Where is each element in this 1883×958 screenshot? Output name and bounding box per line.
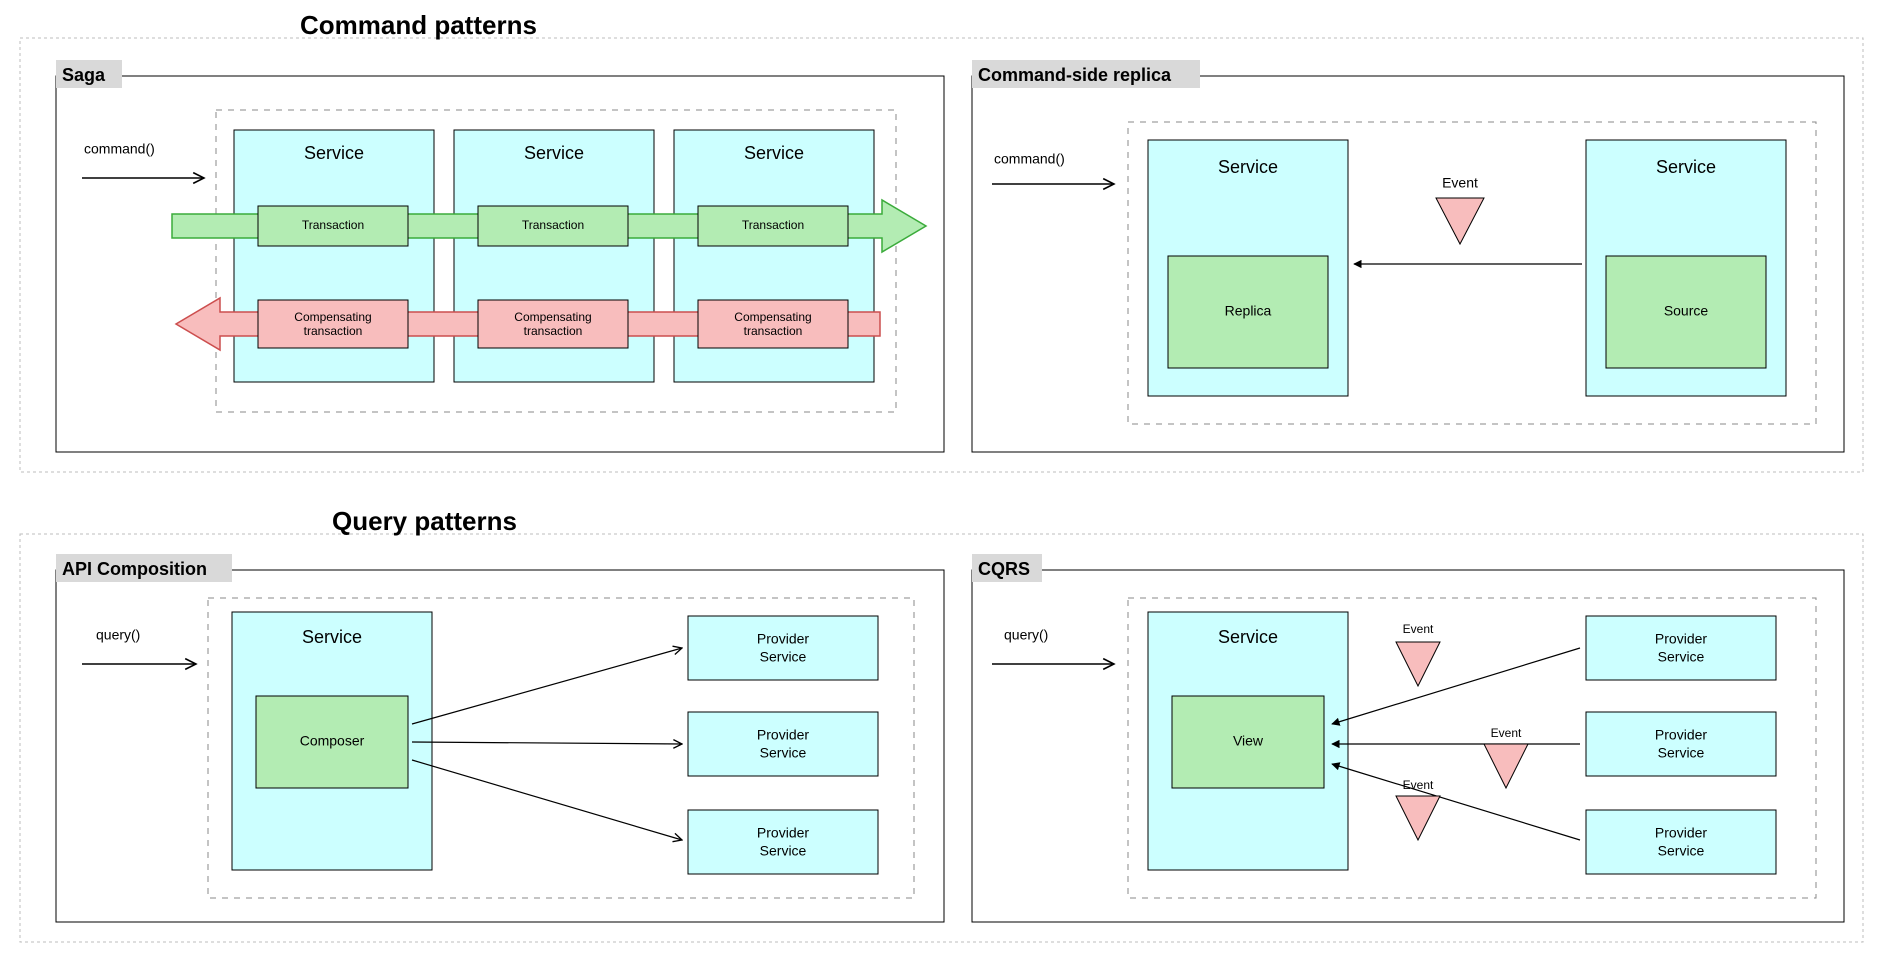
cqrs-service: Service View bbox=[1148, 612, 1348, 870]
cqrs-provider-3-label-b: Service bbox=[1658, 843, 1705, 859]
saga-compensating-2-label-b: transaction bbox=[524, 324, 583, 338]
api-provider-3-label-a: Provider bbox=[757, 825, 809, 841]
replica-service-right: Service Source bbox=[1586, 140, 1786, 396]
saga-compensating-3-label-b: transaction bbox=[744, 324, 803, 338]
replica-source-label: Source bbox=[1664, 303, 1709, 319]
saga-compensating-1-label-a: Compensating bbox=[294, 310, 371, 324]
cqrs-provider-2: Provider Service bbox=[1586, 712, 1776, 776]
api-service: Service Composer bbox=[232, 612, 432, 870]
api-query-label: query() bbox=[96, 627, 140, 643]
cqrs-service-title: Service bbox=[1218, 627, 1278, 647]
api-arrow-2 bbox=[412, 742, 682, 744]
cqrs-arrow-1 bbox=[1332, 648, 1580, 724]
replica-event-marker bbox=[1436, 198, 1484, 244]
cqrs-provider-2-label-b: Service bbox=[1658, 745, 1705, 761]
saga-transaction-1-label: Transaction bbox=[302, 218, 364, 232]
api-provider-3: Provider Service bbox=[688, 810, 878, 874]
saga-command-label: command() bbox=[84, 141, 155, 157]
replica-service-right-title: Service bbox=[1656, 157, 1716, 177]
api-provider-2: Provider Service bbox=[688, 712, 878, 776]
saga-compensating-1: Compensating transaction bbox=[258, 300, 408, 348]
saga-transaction-1: Transaction bbox=[258, 206, 408, 246]
cqrs-provider-2-label-a: Provider bbox=[1655, 727, 1707, 743]
cqrs-provider-1: Provider Service bbox=[1586, 616, 1776, 680]
cqrs-view-label: View bbox=[1233, 733, 1264, 749]
replica-service-left: Service Replica bbox=[1148, 140, 1348, 396]
api-provider-1-label-a: Provider bbox=[757, 631, 809, 647]
saga-transaction-3: Transaction bbox=[698, 206, 848, 246]
command-section-title: Command patterns bbox=[300, 10, 537, 40]
cqrs-provider-3-label-a: Provider bbox=[1655, 825, 1707, 841]
replica-command-label: command() bbox=[994, 151, 1065, 167]
api-arrow-1 bbox=[412, 648, 682, 724]
api-provider-1: Provider Service bbox=[688, 616, 878, 680]
api-arrow-3 bbox=[412, 760, 682, 840]
saga-compensating-3: Compensating transaction bbox=[698, 300, 848, 348]
saga-panel-title: Saga bbox=[62, 65, 106, 85]
replica-replica-label: Replica bbox=[1225, 303, 1272, 319]
api-provider-3-label-b: Service bbox=[760, 843, 807, 859]
saga-transaction-2: Transaction bbox=[478, 206, 628, 246]
cqrs-provider-1-label-b: Service bbox=[1658, 649, 1705, 665]
diagram-root: Command patterns Saga command() Service … bbox=[0, 0, 1883, 958]
cqrs-event-label-2: Event bbox=[1491, 726, 1522, 740]
api-composer-label: Composer bbox=[300, 733, 365, 749]
api-provider-2-label-a: Provider bbox=[757, 727, 809, 743]
replica-panel-title: Command-side replica bbox=[978, 65, 1172, 85]
cqrs-event-marker-3 bbox=[1396, 796, 1440, 840]
cqrs-event-label-3: Event bbox=[1403, 778, 1434, 792]
saga-compensating-2: Compensating transaction bbox=[478, 300, 628, 348]
api-provider-2-label-b: Service bbox=[760, 745, 807, 761]
saga-compensating-2-label-a: Compensating bbox=[514, 310, 591, 324]
saga-service-2-title: Service bbox=[524, 143, 584, 163]
cqrs-query-label: query() bbox=[1004, 627, 1048, 643]
saga-compensating-3-label-a: Compensating bbox=[734, 310, 811, 324]
cqrs-panel-title: CQRS bbox=[978, 559, 1030, 579]
cqrs-event-marker-1 bbox=[1396, 642, 1440, 686]
cqrs-arrow-3 bbox=[1332, 764, 1580, 840]
saga-transaction-3-label: Transaction bbox=[742, 218, 804, 232]
replica-service-left-title: Service bbox=[1218, 157, 1278, 177]
saga-transaction-2-label: Transaction bbox=[522, 218, 584, 232]
query-section-title: Query patterns bbox=[332, 506, 517, 536]
saga-compensating-1-label-b: transaction bbox=[304, 324, 363, 338]
cqrs-event-label-1: Event bbox=[1403, 622, 1434, 636]
api-provider-1-label-b: Service bbox=[760, 649, 807, 665]
cqrs-provider-3: Provider Service bbox=[1586, 810, 1776, 874]
saga-service-3-title: Service bbox=[744, 143, 804, 163]
replica-event-label: Event bbox=[1442, 175, 1478, 191]
saga-service-1-title: Service bbox=[304, 143, 364, 163]
cqrs-provider-1-label-a: Provider bbox=[1655, 631, 1707, 647]
api-service-title: Service bbox=[302, 627, 362, 647]
api-panel-title: API Composition bbox=[62, 559, 207, 579]
cqrs-event-marker-2 bbox=[1484, 744, 1528, 788]
